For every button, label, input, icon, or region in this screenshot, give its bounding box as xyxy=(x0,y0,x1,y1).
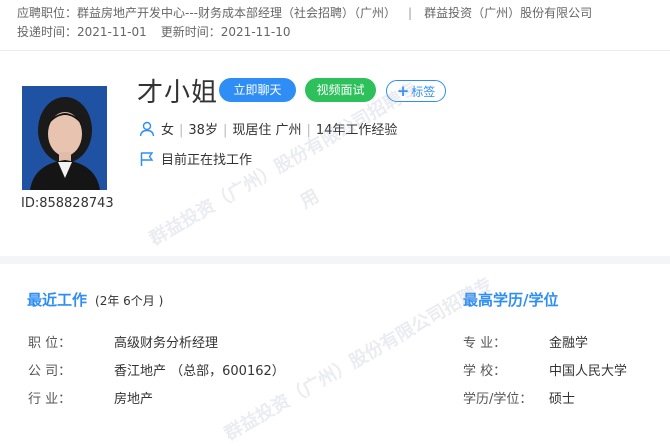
add-tag-button[interactable]: + 标签 xyxy=(386,80,446,102)
recent-work-row-value: 香江地产 （总部，600162） xyxy=(114,364,285,379)
watermark: 群益投资（广州）股份有限公司招聘专 xyxy=(219,270,497,446)
company-name: 群益投资（广州）股份有限公司 xyxy=(424,6,593,20)
recent-work-row: 行 业： 房地产 xyxy=(28,388,153,407)
recent-work-row: 职 位： 高级财务分析经理 xyxy=(28,332,218,351)
tag-button-label: 标签 xyxy=(411,85,436,99)
recent-work-row-value: 房地产 xyxy=(114,392,154,407)
recent-work-row-label: 职 位： xyxy=(28,336,72,351)
education-row-value: 中国人民大学 xyxy=(549,364,628,379)
education-row-label: 学历/学位： xyxy=(463,392,533,407)
candidate-profile: ID:858828743 才小姐 立即聊天 视频面试 + 标签 女 | 38岁 | 现居住… xyxy=(0,51,670,256)
separator: | xyxy=(408,6,413,20)
education-row: 学历/学位： 硕士 xyxy=(463,388,575,407)
gender: 女 xyxy=(161,123,175,138)
plus-icon: + xyxy=(396,82,410,100)
job-status-text: 目前正在找工作 xyxy=(161,153,253,168)
education-title: 最高学历/学位 xyxy=(463,291,559,309)
residence: 现居住 广州 xyxy=(232,123,302,138)
education-row-value: 金融学 xyxy=(549,336,589,351)
recent-work-heading: 最近工作 xyxy=(27,291,88,309)
person-icon xyxy=(139,121,155,141)
update-date: 2021-11-10 xyxy=(220,25,291,39)
video-interview-button[interactable]: 视频面试 xyxy=(305,78,376,102)
education-row: 学 校： 中国人民大学 xyxy=(463,360,627,379)
position-label: 应聘职位： xyxy=(17,6,78,20)
chat-now-button[interactable]: 立即聊天 xyxy=(219,78,296,102)
application-dates-line: 投递时间：2021-11-01 更新时间：2021-11-10 xyxy=(17,23,291,40)
candidate-photo xyxy=(22,86,107,190)
education-row-value: 硕士 xyxy=(549,392,576,407)
work-experience: 14年工作经验 xyxy=(315,123,398,138)
education-row-label: 学 校： xyxy=(463,364,507,379)
candidate-basic-info: 女 | 38岁 | 现居住 广州 | 14年工作经验 xyxy=(139,119,397,141)
delivery-label: 投递时间： xyxy=(17,25,78,39)
recent-work-row-label: 公 司： xyxy=(28,364,72,379)
recent-work-row-value: 高级财务分析经理 xyxy=(114,336,219,351)
education-row-label: 专 业： xyxy=(463,336,507,351)
recent-work-row: 公 司： 香江地产 （总部，600162） xyxy=(28,360,285,379)
update-label: 更新时间： xyxy=(160,25,221,39)
candidate-name: 才小姐 xyxy=(137,78,219,108)
section-divider xyxy=(0,256,670,264)
recent-work-title: 最近工作 (2年 6个月 ) xyxy=(27,289,163,310)
application-position-line: 应聘职位：群益房地产开发中心---财务成本部经理（社会招聘）（广州） | 群益投资（… xyxy=(17,4,592,21)
age: 38岁 xyxy=(188,123,218,138)
recent-work-row-label: 行 业： xyxy=(28,392,72,407)
delivery-date: 2021-11-01 xyxy=(77,25,147,39)
education-row: 专 业： 金融学 xyxy=(463,332,588,351)
application-info-bar: 应聘职位：群益房地产开发中心---财务成本部经理（社会招聘）（广州） | 群益投资（… xyxy=(0,0,670,51)
position-value: 群益房地产开发中心---财务成本部经理（社会招聘）（广州） xyxy=(77,6,397,20)
recent-work-duration: (2年 6个月 ) xyxy=(95,294,164,308)
job-status: 目前正在找工作 xyxy=(139,149,252,171)
flag-icon xyxy=(139,151,155,171)
candidate-id: ID:858828743 xyxy=(21,196,114,211)
